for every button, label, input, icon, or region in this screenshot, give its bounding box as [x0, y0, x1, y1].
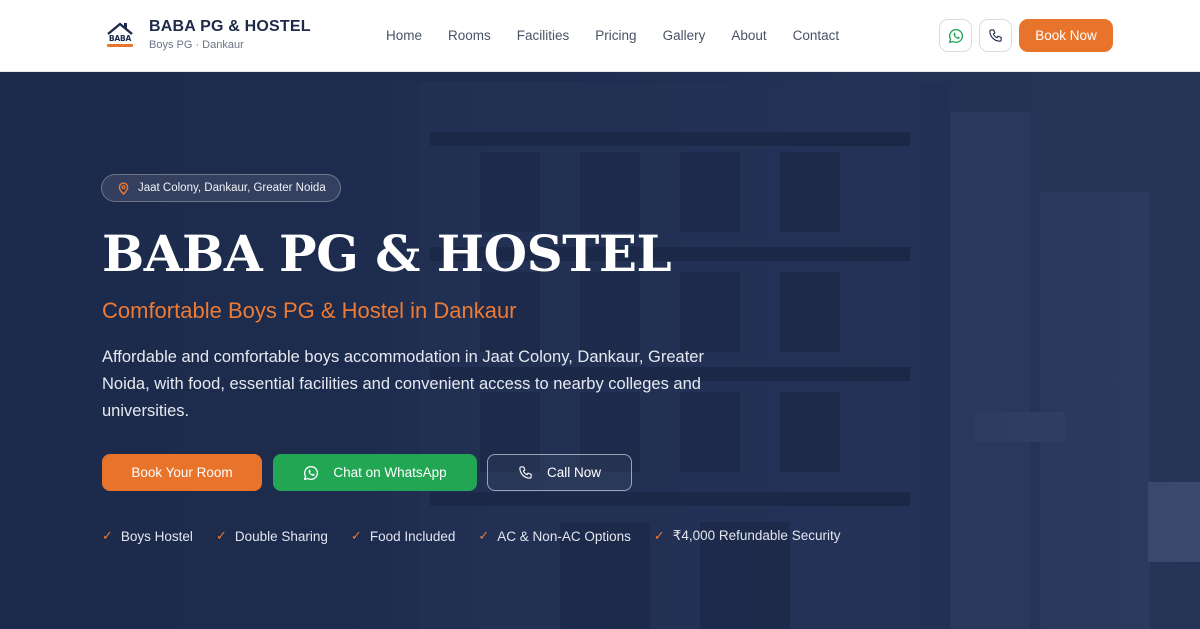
site-header: BABA BABA PG & HOSTEL Boys PG · Dankaur …	[0, 0, 1200, 72]
feature-item: ✓ AC & Non-AC Options	[478, 528, 630, 544]
map-pin-icon	[118, 181, 129, 195]
feature-item: ✓ Food Included	[351, 528, 455, 544]
logo: BABA	[104, 19, 136, 51]
check-icon: ✓	[215, 528, 227, 543]
phone-button[interactable]	[979, 19, 1012, 52]
book-your-room-label: Book Your Room	[131, 465, 233, 480]
phone-icon	[989, 29, 1002, 42]
hero-title: BABA PG & HOSTEL	[102, 224, 672, 283]
check-icon: ✓	[478, 528, 490, 543]
book-your-room-button[interactable]: Book Your Room	[102, 454, 262, 491]
brand[interactable]: BABA BABA PG & HOSTEL Boys PG · Dankaur	[104, 17, 311, 52]
call-now-button[interactable]: Call Now	[487, 454, 632, 491]
feature-item: ✓ Boys Hostel	[102, 528, 193, 544]
feature-label: Double Sharing	[234, 528, 328, 544]
brand-subtitle: Boys PG · Dankaur	[149, 39, 244, 51]
feature-label: AC & Non-AC Options	[497, 528, 631, 544]
book-now-button[interactable]: Book Now	[1019, 19, 1113, 52]
check-icon: ✓	[102, 528, 113, 543]
feature-label: ₹4,000 Refundable Security	[672, 528, 841, 543]
logo-bar	[107, 43, 133, 47]
whatsapp-icon	[948, 28, 963, 43]
location-badge: Jaat Colony, Dankaur, Greater Noida	[101, 174, 341, 202]
nav-home[interactable]: Home	[386, 27, 422, 45]
check-icon: ✓	[653, 528, 665, 543]
hero-subtitle: Comfortable Boys PG & Hostel in Dankaur	[102, 298, 517, 323]
feature-label: Food Included	[369, 528, 456, 544]
chat-whatsapp-button[interactable]: Chat on WhatsApp	[273, 454, 477, 491]
brand-name: BABA PG & HOSTEL	[149, 18, 311, 35]
nav-about[interactable]: About	[731, 27, 766, 45]
phone-icon	[519, 466, 532, 479]
whatsapp-icon	[304, 465, 319, 480]
feature-item: ✓ ₹4,000 Refundable Security	[654, 528, 841, 544]
nav-facilities[interactable]: Facilities	[517, 27, 570, 45]
house-roof-icon	[107, 21, 133, 35]
check-icon: ✓	[350, 528, 362, 543]
nav-rooms[interactable]: Rooms	[448, 27, 491, 45]
call-now-label: Call Now	[546, 465, 601, 480]
feature-item: ✓ Double Sharing	[216, 528, 328, 544]
nav-contact[interactable]: Contact	[793, 27, 840, 45]
main-nav: Home Rooms Facilities Pricing Gallery Ab…	[386, 27, 865, 45]
nav-pricing[interactable]: Pricing	[595, 27, 636, 45]
hero-section: Jaat Colony, Dankaur, Greater Noida BABA…	[0, 72, 1200, 629]
nav-gallery[interactable]: Gallery	[663, 27, 706, 45]
hero-description: Affordable and comfortable boys accommod…	[102, 348, 704, 420]
whatsapp-button[interactable]	[939, 19, 972, 52]
chat-whatsapp-label: Chat on WhatsApp	[333, 465, 447, 480]
logo-text: BABA	[108, 33, 132, 43]
feature-label: Boys Hostel	[120, 528, 193, 544]
location-text: Jaat Colony, Dankaur, Greater Noida	[138, 182, 326, 194]
feature-list: ✓ Boys Hostel ✓ Double Sharing ✓ Food In…	[102, 528, 863, 544]
